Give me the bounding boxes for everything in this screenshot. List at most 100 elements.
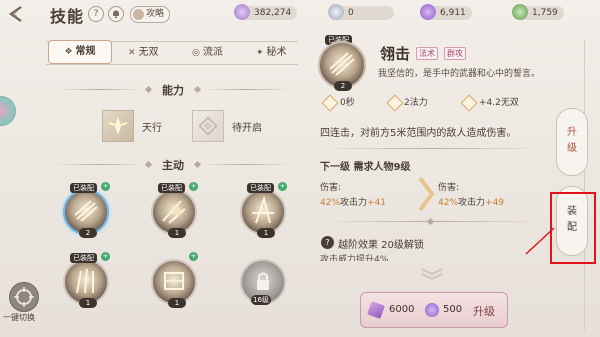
coin-icon bbox=[328, 4, 344, 20]
green-gem-icon bbox=[512, 4, 528, 20]
ability-locked[interactable] bbox=[192, 110, 224, 142]
tab-secret[interactable]: ✦ 秘术 bbox=[256, 45, 287, 61]
resource-coin[interactable]: 0 bbox=[328, 4, 394, 20]
side-upgrade-label: 升级 bbox=[567, 127, 577, 154]
cost-scroll: 6000 bbox=[389, 304, 415, 315]
detail-skill-level: 2 bbox=[334, 81, 352, 91]
resource-purple-gem[interactable]: 6,911 bbox=[420, 4, 472, 20]
tab-wushuang[interactable]: ✕ 无双 bbox=[128, 45, 159, 61]
highlight-box bbox=[550, 192, 596, 264]
divider bbox=[204, 89, 290, 90]
top-bar: 技能 ? 攻略 382,274 0 6,911 1,759 bbox=[0, 0, 600, 28]
equipped-badge: 已装配 bbox=[70, 253, 97, 263]
back-arrow-icon[interactable] bbox=[6, 4, 28, 24]
next-damage-label: 伤害: bbox=[438, 183, 460, 193]
purple-gem-icon bbox=[425, 303, 439, 317]
equipped-badge: 已装配 bbox=[158, 183, 185, 193]
skill-flavor-text: 我坚信的，是手中的武器和心中的誓言。 bbox=[378, 69, 541, 79]
stat-mana: 2法力 bbox=[404, 98, 428, 108]
divider-diamond bbox=[193, 160, 202, 169]
tab-label: 秘术 bbox=[266, 47, 287, 58]
skill-level: 2 bbox=[79, 228, 97, 238]
strategy-button[interactable]: 攻略 bbox=[130, 6, 171, 23]
divider bbox=[204, 164, 290, 165]
side-upgrade-tab[interactable]: 升级 bbox=[556, 108, 588, 176]
skill-description: 四连击，对前方5米范围内的敌人造成伤害。 bbox=[320, 128, 517, 139]
tab-label: 流派 bbox=[202, 47, 223, 58]
equipped-badge: 已装配 bbox=[247, 183, 274, 193]
divider-diamond bbox=[144, 85, 153, 94]
resource-value: 382,274 bbox=[254, 8, 292, 18]
divider-diamond bbox=[426, 217, 435, 226]
highlight-arrow bbox=[525, 227, 555, 255]
breakthrough-icon: ? bbox=[321, 236, 334, 249]
tab-bar: ❖ 常规 ✕ 无双 ◎ 流派 ✦ 秘术 bbox=[46, 40, 298, 65]
upgrade-bar[interactable]: 6000 500 升级 bbox=[360, 292, 508, 328]
current-pct: 42% bbox=[320, 198, 341, 208]
tab-label: 常规 bbox=[75, 46, 96, 57]
next-pct: 42% bbox=[438, 198, 459, 208]
resource-diamond[interactable]: 382,274 bbox=[234, 4, 298, 20]
current-add: +41 bbox=[367, 198, 387, 208]
upgrade-plus-icon: + bbox=[189, 182, 198, 191]
next-damage-value: 42%攻击力+49 bbox=[438, 195, 504, 208]
mana-icon bbox=[386, 94, 404, 112]
switch-icon[interactable] bbox=[9, 282, 39, 312]
side-rail bbox=[584, 40, 585, 330]
unlock-level: 16级 bbox=[251, 295, 271, 305]
divider-diamond bbox=[193, 85, 202, 94]
ability-label: 天行 bbox=[142, 123, 162, 134]
skill-tag-magic: 法术 bbox=[416, 47, 438, 60]
tab-normal[interactable]: ❖ 常规 bbox=[48, 40, 112, 64]
resource-value: 6,911 bbox=[440, 8, 466, 18]
resource-value: 0 bbox=[348, 8, 354, 18]
upgrade-button-label: 升级 bbox=[473, 305, 495, 318]
next-add: +49 bbox=[485, 198, 505, 208]
switch-label: 一键切换 bbox=[3, 313, 35, 322]
skill-tag-aoe: 群攻 bbox=[444, 47, 466, 60]
lock-icon bbox=[248, 268, 262, 282]
ability-header: 能力 bbox=[162, 84, 184, 97]
current-stat: 攻击力 bbox=[340, 198, 368, 208]
breakthrough-title: 越阶效果 20级解锁 bbox=[338, 240, 424, 251]
upgrade-plus-icon: + bbox=[101, 182, 110, 191]
divider bbox=[320, 148, 544, 149]
equipped-badge: 已装配 bbox=[70, 183, 97, 193]
stat-wushuang: +4.2无双 bbox=[479, 98, 519, 108]
normal-tab-icon: ❖ bbox=[64, 47, 73, 57]
wushuang-tab-icon: ✕ bbox=[128, 48, 136, 58]
resource-green-gem[interactable]: 1,759 bbox=[512, 4, 564, 20]
strategy-icon bbox=[133, 9, 144, 20]
skill-level: 1 bbox=[168, 298, 186, 308]
strategy-label: 攻略 bbox=[146, 9, 165, 19]
cooldown-icon bbox=[321, 94, 339, 112]
tab-label: 无双 bbox=[138, 47, 159, 58]
help-icon[interactable]: ? bbox=[88, 6, 104, 22]
skill-level: 1 bbox=[79, 298, 97, 308]
upgrade-plus-icon: + bbox=[189, 252, 198, 261]
upgrade-plus-icon: + bbox=[101, 252, 110, 261]
divider bbox=[56, 164, 142, 165]
active-header: 主动 bbox=[162, 159, 184, 172]
secret-tab-icon: ✦ bbox=[256, 48, 264, 58]
skill-level: 1 bbox=[168, 228, 186, 238]
breakthrough-effect-clip: 攻击威力提升4% bbox=[320, 252, 544, 261]
scroll-item-icon bbox=[367, 301, 385, 319]
stat-cooldown: 0秒 bbox=[340, 98, 355, 108]
school-tab-icon: ◎ bbox=[192, 48, 200, 58]
next-level-title: 下一级 需求人物9级 bbox=[320, 162, 411, 173]
tab-school[interactable]: ◎ 流派 bbox=[192, 45, 223, 61]
ability-tianxing[interactable] bbox=[102, 110, 134, 142]
bell-icon[interactable] bbox=[108, 6, 124, 22]
purple-gem-icon bbox=[420, 4, 436, 20]
scroll-down-chevron-icon[interactable] bbox=[418, 266, 446, 281]
next-stat: 攻击力 bbox=[458, 198, 486, 208]
arrow-right-icon bbox=[414, 176, 436, 212]
skill-name: 翎击 bbox=[380, 45, 411, 63]
diamond-icon bbox=[234, 4, 250, 20]
skill-level: 1 bbox=[257, 228, 275, 238]
wushuang-icon bbox=[460, 94, 478, 112]
page-title: 技能 bbox=[50, 7, 85, 26]
current-damage-label: 伤害: bbox=[320, 183, 342, 193]
ability-label: 待开启 bbox=[232, 123, 262, 134]
